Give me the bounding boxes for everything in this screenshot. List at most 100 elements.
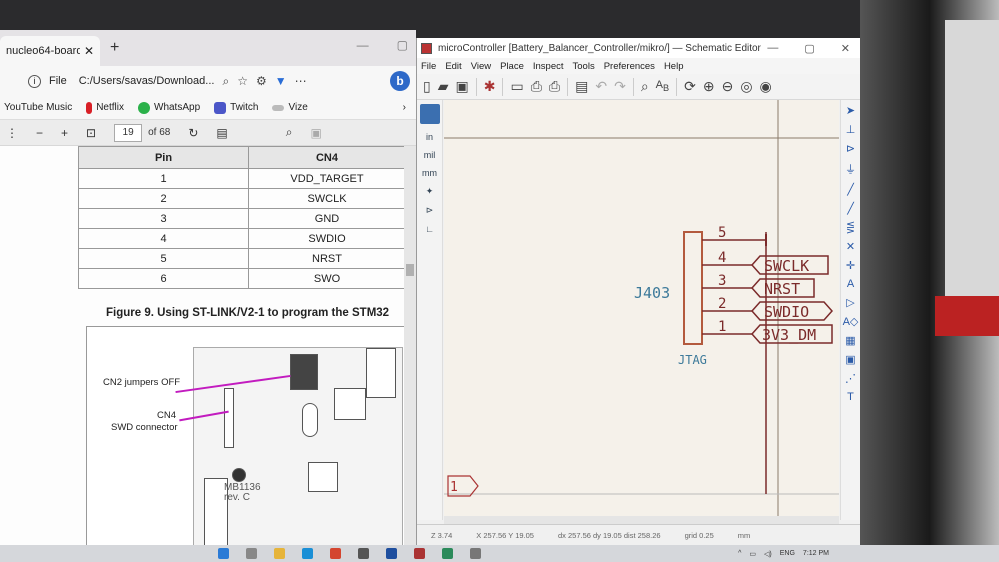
language-indicator[interactable]: ENG — [780, 550, 795, 558]
clock[interactable]: 7:12 PM — [803, 550, 829, 558]
menu-tools[interactable]: Tools — [573, 61, 595, 72]
net-label-nrst[interactable]: NRST — [764, 280, 800, 298]
cursor-shape-icon[interactable]: ✦ — [426, 186, 434, 197]
bookmark-whatsapp[interactable]: WhatsApp — [138, 101, 200, 114]
close-icon[interactable]: ✕ — [84, 44, 94, 58]
close-button[interactable]: ✕ — [841, 42, 850, 55]
downloads-icon[interactable]: ▼ — [275, 74, 287, 88]
save-icon[interactable]: ▣ — [310, 126, 321, 140]
net-label-3v3-dm[interactable]: 3V3_DM — [762, 326, 816, 344]
menu-place[interactable]: Place — [500, 61, 524, 72]
global-label-icon[interactable]: ▷ — [846, 296, 854, 309]
zoom-out-icon[interactable]: ⊖ — [722, 78, 734, 95]
file-explorer-icon[interactable] — [274, 548, 285, 559]
net-label-swclk[interactable]: SWCLK — [764, 257, 809, 275]
grid-toggle-icon[interactable] — [419, 104, 440, 124]
zoom-objects-icon[interactable]: ◉ — [760, 78, 772, 95]
menu-file[interactable]: File — [421, 61, 436, 72]
plot-icon[interactable]: ⎙ — [549, 78, 560, 95]
extensions-icon[interactable]: ⚙ — [256, 74, 267, 88]
edge-icon[interactable] — [302, 548, 313, 559]
wire-tool-icon[interactable]: ╱ — [847, 183, 854, 196]
net-label-swdio[interactable]: SWDIO — [764, 303, 809, 321]
search-icon[interactable] — [246, 548, 257, 559]
graphic-line-icon[interactable]: ⋰ — [845, 372, 856, 385]
add-ground-icon[interactable]: ⏚ — [845, 161, 856, 177]
symbol-value[interactable]: JTAG — [678, 353, 707, 367]
menu-view[interactable]: View — [471, 61, 491, 72]
redo-icon[interactable]: ↷ — [614, 78, 626, 95]
schematic-horizontal-scrollbar[interactable] — [444, 516, 839, 524]
print-icon[interactable]: ⎙ — [531, 78, 542, 95]
menu-edit[interactable]: Edit — [445, 61, 461, 72]
find-icon[interactable]: ⌕ — [641, 78, 649, 95]
wire-mode-icon[interactable]: ∟ — [425, 224, 434, 234]
bus-entry-icon[interactable]: ⋚ — [846, 221, 855, 234]
bus-tool-icon[interactable]: ╱ — [847, 202, 854, 215]
open-folder-icon[interactable]: ▰ — [438, 78, 449, 95]
bookmark-twitch[interactable]: Twitch — [214, 101, 258, 114]
search-icon[interactable]: ⌕ — [286, 125, 293, 140]
scrollbar-thumb[interactable] — [406, 264, 414, 276]
pdf-scrollbar[interactable] — [404, 146, 416, 545]
menu-preferences[interactable]: Preferences — [604, 61, 655, 72]
new-tab-button[interactable]: + — [110, 39, 119, 57]
info-icon[interactable]: i — [28, 74, 41, 88]
select-tool-icon[interactable]: ➤ — [846, 104, 855, 117]
sidebar-toggle-icon[interactable]: ⋮ — [6, 126, 18, 140]
schematic-setup-icon[interactable]: ✱ — [484, 78, 496, 95]
menu-help[interactable]: Help — [664, 61, 684, 72]
bookmark-netflix[interactable]: Netflix — [86, 101, 124, 114]
units-inch-button[interactable]: in — [426, 132, 433, 142]
hier-label-icon[interactable]: A◇ — [843, 315, 859, 328]
start-icon[interactable] — [218, 548, 229, 559]
maximize-button[interactable]: ▢ — [397, 38, 408, 52]
schematic-canvas[interactable]: 5 4 3 2 1 SWCLK NRST SWDIO 3V3_DM J403 J… — [444, 100, 839, 516]
paste-icon[interactable]: ▤ — [575, 78, 588, 95]
page-view-icon[interactable]: ▤ — [216, 126, 227, 140]
page-number-input[interactable]: 19 — [114, 123, 143, 142]
add-symbol-icon[interactable]: ⊥ — [846, 123, 856, 136]
copilot-icon[interactable]: b — [390, 71, 410, 91]
network-icon[interactable]: ▭ — [749, 550, 756, 558]
zoom-icon[interactable]: ⌕ — [222, 74, 229, 89]
app-taskbar-icon[interactable] — [470, 548, 481, 559]
minimize-button[interactable]: — — [767, 42, 778, 55]
volume-icon[interactable]: ◁) — [764, 550, 772, 558]
menu-inspect[interactable]: Inspect — [533, 61, 564, 72]
junction-icon[interactable]: ✛ — [846, 259, 855, 272]
minimize-button[interactable]: — — [357, 38, 369, 52]
tray-chevron-icon[interactable]: ^ — [738, 550, 741, 558]
zoom-fit-icon[interactable]: ◎ — [740, 78, 752, 95]
units-mil-button[interactable]: mil — [424, 150, 436, 160]
text-tool-icon[interactable]: T — [847, 391, 854, 403]
kicad-taskbar-icon[interactable] — [386, 548, 397, 559]
favorite-add-icon[interactable]: ☆ — [237, 74, 248, 88]
zoom-in-button[interactable]: + — [61, 126, 68, 140]
net-label-icon[interactable]: A — [847, 278, 854, 290]
save-icon[interactable]: ▣ — [456, 78, 469, 95]
pin-visibility-icon[interactable]: ⊳ — [426, 205, 434, 216]
find-replace-icon[interactable]: AB — [656, 79, 669, 93]
bookmark-vize[interactable]: Vize — [272, 102, 308, 113]
zoom-out-button[interactable]: − — [36, 126, 43, 140]
eeschema-taskbar-icon[interactable] — [414, 548, 425, 559]
app-taskbar-icon[interactable] — [442, 548, 453, 559]
import-sheet-pin-icon[interactable]: ▣ — [845, 353, 855, 366]
chevron-right-icon[interactable]: › — [403, 102, 416, 113]
symbol-reference[interactable]: J403 — [634, 284, 670, 302]
no-connect-icon[interactable]: ✕ — [846, 240, 855, 253]
new-file-icon[interactable]: ▯ — [423, 78, 431, 95]
units-mm-button[interactable]: mm — [422, 168, 437, 178]
page-settings-icon[interactable]: ▭ — [510, 78, 523, 95]
chrome-icon[interactable] — [330, 548, 341, 559]
bookmark-youtube-music[interactable]: YouTube Music — [4, 102, 72, 113]
undo-icon[interactable]: ↶ — [595, 78, 607, 95]
browser-tab[interactable]: nucleo64-board ✕ — [0, 36, 100, 66]
refresh-icon[interactable]: ⟳ — [684, 78, 696, 95]
fit-page-icon[interactable]: ⊡ — [86, 126, 96, 140]
maximize-button[interactable]: ▢ — [804, 42, 814, 55]
zoom-in-icon[interactable]: ⊕ — [703, 78, 715, 95]
more-menu-icon[interactable]: ⋯ — [295, 74, 307, 88]
hier-sheet-icon[interactable]: ▦ — [845, 334, 855, 347]
